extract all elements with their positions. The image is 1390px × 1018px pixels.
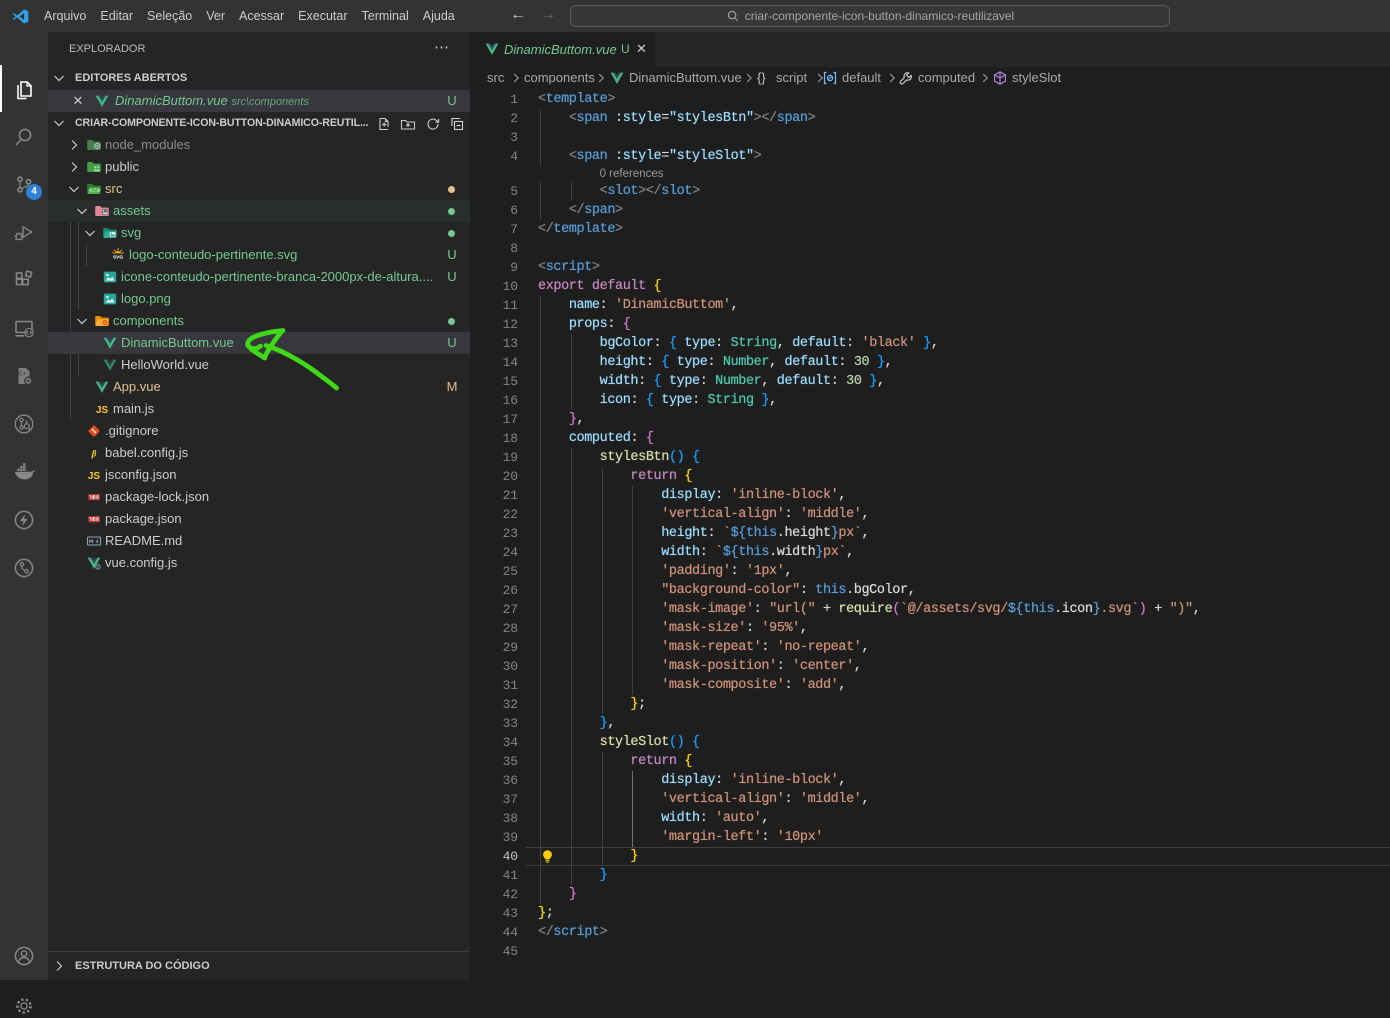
svg-text:C+: C+ [19,371,27,378]
svg-text:SVG: SVG [113,255,123,261]
svg-text:JS: JS [96,405,109,416]
svg-text:JS: JS [88,471,101,482]
svg-text:</>: </> [89,188,101,195]
svg-text:β: β [91,449,97,459]
